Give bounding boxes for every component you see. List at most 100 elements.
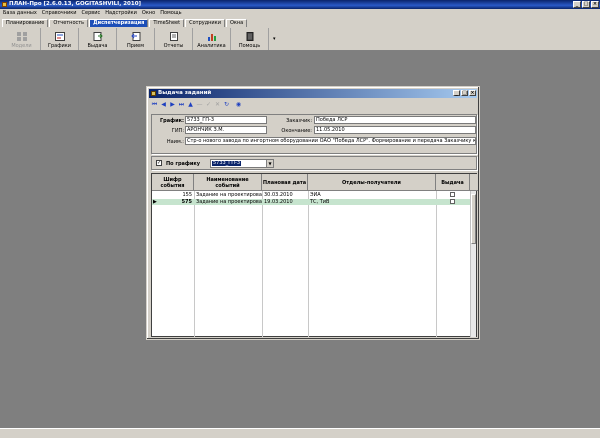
app-icon — [2, 2, 7, 7]
filter-panel: ✓ По графику 5733_ГП-3 ▼ — [151, 156, 477, 170]
customer-field[interactable]: Победа ЛСР — [314, 116, 476, 124]
name-label: Наим.: — [166, 139, 184, 145]
charts-button[interactable]: Графики — [41, 27, 79, 50]
col-event-code[interactable]: Шифр события — [152, 174, 194, 191]
app-title: ПЛАН-Про [2.6.0.13, GOGITASHVILI, 2010] — [9, 1, 142, 7]
reports-label: Отчеты — [163, 42, 184, 49]
row-date: 19.03.2010 — [264, 199, 293, 205]
menu-references[interactable]: Справочники — [42, 9, 77, 18]
analytics-label: Аналитика — [197, 42, 226, 49]
row-issued-checkbox[interactable] — [450, 199, 455, 204]
close-button[interactable]: × — [591, 1, 599, 8]
col-event-name[interactable]: Наименование событий — [194, 174, 262, 191]
grid-vertical-scrollbar[interactable] — [470, 191, 476, 337]
grid-header: Шифр события Наименование событий Планов… — [152, 174, 478, 191]
delete-record-icon[interactable]: — — [196, 101, 203, 108]
status-bar — [0, 428, 600, 438]
receive-icon — [130, 31, 140, 41]
charts-icon — [54, 31, 65, 41]
col-recipient-depts[interactable]: Отделы-получатели — [308, 174, 436, 191]
tab-planning[interactable]: Планирование — [2, 19, 49, 27]
analytics-icon — [207, 33, 216, 41]
grafik-field[interactable]: 5733_ГП-3 — [185, 116, 267, 124]
row-code: 575 — [181, 199, 192, 205]
row-code: 155 — [182, 192, 192, 198]
charts-label: Графики — [47, 42, 72, 49]
insert-record-icon[interactable]: ▲ — [187, 101, 194, 108]
receive-label: Прием — [126, 42, 145, 49]
schedule-select-value: 5733_ГП-3 — [212, 160, 242, 166]
receive-button[interactable]: Прием — [117, 27, 155, 50]
tab-reporting[interactable]: Отчетность — [49, 19, 89, 27]
end-date-field[interactable]: 11.05.2010 — [314, 126, 476, 134]
col-issued[interactable]: Выдача — [436, 174, 470, 191]
dialog-maximize-button[interactable]: □ — [461, 90, 468, 96]
row-depts: ЭИА — [310, 192, 321, 198]
row-issued-checkbox[interactable] — [450, 192, 455, 197]
dialog-title-bar: Выдача заданий _ □ × — [149, 89, 477, 98]
help-book-icon — [246, 31, 253, 41]
help-label: Помощь — [238, 42, 261, 49]
dialog-title: Выдача заданий — [158, 90, 212, 96]
minimize-button[interactable]: _ — [573, 1, 581, 8]
gip-field[interactable]: АРОНЧИК З.М. — [185, 126, 267, 134]
issue-tasks-dialog: Выдача заданий _ □ × ⏮ ◀ ▶ ⏭ ▲ — ✓ ✕ ↻ ◉… — [146, 86, 480, 340]
refresh-icon[interactable]: ↻ — [223, 101, 230, 108]
menu-database[interactable]: База данных — [3, 9, 37, 18]
models-label: Модели — [11, 42, 32, 49]
help-button[interactable]: Помощь — [231, 27, 269, 50]
post-record-icon[interactable]: ✓ — [205, 101, 212, 108]
cancel-record-icon[interactable]: ✕ — [214, 101, 221, 108]
tab-timesheet[interactable]: TimeSheet — [149, 19, 185, 27]
menu-window[interactable]: Окно — [142, 9, 155, 18]
row-date: 30.03.2010 — [264, 192, 293, 198]
next-record-icon[interactable]: ▶ — [169, 101, 176, 108]
gip-label: ГИП: — [171, 128, 184, 134]
analytics-button[interactable]: Аналитика — [193, 27, 231, 50]
menu-service[interactable]: Сервис — [82, 9, 101, 18]
record-navigator: ⏮ ◀ ▶ ⏭ ▲ — ✓ ✕ ↻ ◉ — [151, 100, 242, 109]
header-info-panel: График: 5733_ГП-3 ГИП: АРОНЧИК З.М. Зака… — [151, 114, 477, 154]
issue-button[interactable]: Выдача — [79, 27, 117, 50]
tab-employees[interactable]: Сотрудники — [185, 19, 225, 27]
reports-button[interactable]: Отчеты — [155, 27, 193, 50]
reports-icon — [169, 31, 178, 41]
report-icon[interactable]: ◉ — [235, 101, 242, 108]
table-row[interactable]: ▶ 575 Задание на проектирован... 19.03.2… — [152, 199, 470, 205]
col-plan-date[interactable]: Плановая дата — [262, 174, 308, 191]
row-name: Задание на проектирован... — [196, 199, 262, 205]
dialog-minimize-button[interactable]: _ — [453, 90, 460, 96]
dialog-icon — [151, 91, 156, 96]
chevron-down-icon[interactable]: ▼ — [266, 160, 273, 167]
models-button[interactable]: Модели — [3, 27, 41, 50]
models-icon — [16, 31, 27, 41]
app-title-bar: ПЛАН-Про [2.6.0.13, GOGITASHVILI, 2010] … — [0, 0, 600, 9]
customer-label: Заказчик: — [286, 118, 312, 124]
table-row[interactable]: 155 Задание на проектирован... 30.03.201… — [152, 192, 470, 198]
module-tabs: Планирование Отчетность Диспетчеризация … — [0, 18, 600, 27]
issue-label: Выдача — [87, 42, 108, 49]
prev-record-icon[interactable]: ◀ — [160, 101, 167, 108]
end-date-label: Окончание: — [281, 128, 312, 134]
first-record-icon[interactable]: ⏮ — [151, 101, 158, 108]
ribbon-overflow-arrow[interactable]: ▾ — [273, 36, 276, 42]
row-depts: ТС, ТиВ — [310, 199, 330, 205]
menu-help[interactable]: Помощь — [160, 9, 181, 18]
name-field[interactable]: Стр-о нового завода по ингортном оборудо… — [185, 137, 476, 145]
issue-icon — [93, 31, 103, 41]
tab-dispatching[interactable]: Диспетчеризация — [89, 19, 149, 27]
menu-addons[interactable]: Надстройки — [105, 9, 137, 18]
row-name: Задание на проектирован... — [196, 192, 262, 198]
menu-bar: База данных Справочники Сервис Надстройк… — [0, 9, 600, 18]
grafik-label: График: — [160, 118, 184, 124]
scrollbar-thumb[interactable] — [471, 194, 476, 244]
last-record-icon[interactable]: ⏭ — [178, 101, 185, 108]
maximize-button[interactable]: □ — [582, 1, 590, 8]
tasks-grid: Шифр события Наименование событий Планов… — [151, 173, 478, 337]
dialog-close-button[interactable]: × — [469, 90, 476, 96]
schedule-select[interactable]: 5733_ГП-3 ▼ — [210, 159, 274, 168]
tab-windows[interactable]: Окна — [225, 19, 248, 27]
by-schedule-checkbox[interactable]: ✓ — [156, 160, 162, 166]
by-schedule-label: По графику — [166, 161, 201, 167]
ribbon-toolbar: Модели Графики Выдача Прием Отчеты Анали… — [0, 27, 600, 51]
